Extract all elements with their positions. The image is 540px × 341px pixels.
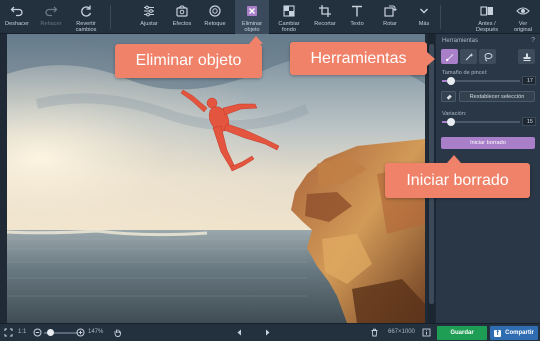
lasso-tool-button[interactable] xyxy=(479,49,496,64)
variation-knob[interactable] xyxy=(447,118,456,126)
view-original-button[interactable]: Ver original xyxy=(508,0,538,34)
change-background-button[interactable]: Cambiar fondo xyxy=(273,0,305,34)
panel-title: Herramientas xyxy=(442,38,479,44)
callout-remove-object: Eliminar objeto xyxy=(115,36,263,78)
brush-size-label: Tamaño de pincel: xyxy=(442,70,488,76)
change-background-label: Cambiar fondo xyxy=(278,21,300,33)
rotate-label: Rotar xyxy=(383,21,397,27)
revert-label: Revertir cambios xyxy=(75,21,97,33)
more-button[interactable]: Más xyxy=(412,0,436,34)
hand-pan-icon[interactable] xyxy=(113,328,122,337)
stamp-icon xyxy=(523,53,530,61)
eraser-mode-button[interactable] xyxy=(441,91,456,102)
zoom-in-icon[interactable] xyxy=(76,328,85,337)
brush-size-value[interactable]: 17 xyxy=(522,76,536,85)
zoom-out-icon[interactable] xyxy=(33,328,42,337)
reset-selection-button[interactable]: Restablecer selección xyxy=(459,91,535,102)
retouch-icon xyxy=(208,4,222,18)
brush-size-knob[interactable] xyxy=(447,77,456,85)
previous-image-icon[interactable] xyxy=(235,328,244,337)
chevron-down-icon xyxy=(417,4,431,18)
before-after-button[interactable]: Antes / Después xyxy=(470,0,504,34)
share-label: Compartir xyxy=(505,330,534,336)
start-erase-button[interactable]: Iniciar borrado xyxy=(441,137,535,149)
retouch-button[interactable]: Retoque xyxy=(200,0,230,34)
remove-object-label: Eliminar objeto xyxy=(241,21,263,33)
text-icon xyxy=(350,4,364,18)
variation-value[interactable]: 15 xyxy=(522,117,536,126)
revert-icon xyxy=(79,4,93,18)
brush-icon xyxy=(445,53,453,61)
magic-wand-tool-button[interactable] xyxy=(460,49,477,64)
change-background-icon xyxy=(282,4,296,18)
redo-icon xyxy=(44,4,58,18)
adjust-label: Ajustar xyxy=(140,21,158,27)
undo-icon xyxy=(10,4,24,18)
fit-screen-icon[interactable] xyxy=(4,328,13,337)
effects-icon xyxy=(175,4,189,18)
eye-icon xyxy=(516,4,530,18)
adjust-sliders-icon xyxy=(142,4,156,18)
brush-size-slider[interactable] xyxy=(442,77,520,85)
toolbar-divider xyxy=(440,5,441,29)
image-dimensions: 667×1000 xyxy=(388,329,415,335)
info-icon[interactable] xyxy=(422,328,431,337)
next-image-icon[interactable] xyxy=(263,328,272,337)
variation-label: Variación: xyxy=(442,111,467,117)
view-original-label: Ver original xyxy=(513,21,533,33)
remove-object-icon xyxy=(245,4,259,18)
text-button[interactable]: Texto xyxy=(343,0,371,34)
effects-label: Efectos xyxy=(172,21,192,27)
revert-button[interactable]: Revertir cambios xyxy=(70,0,102,34)
variation-slider[interactable] xyxy=(442,118,520,126)
stamp-tool-button[interactable] xyxy=(518,49,535,64)
zoom-level: 147% xyxy=(88,329,104,335)
status-bar: 1:1 147% 667×1000 Guardar f Compartir xyxy=(0,323,540,341)
crop-label: Recortar xyxy=(314,21,336,27)
eraser-icon xyxy=(446,94,452,100)
before-after-icon xyxy=(480,4,494,18)
toolbar-divider xyxy=(110,5,111,29)
save-button[interactable]: Guardar xyxy=(437,326,487,340)
rotate-icon xyxy=(383,4,397,18)
crop-button[interactable]: Recortar xyxy=(310,0,340,34)
zoom-slider-knob[interactable] xyxy=(46,329,54,336)
brush-tool-button[interactable] xyxy=(441,49,458,64)
undo-button[interactable]: Deshacer xyxy=(2,0,32,34)
redo-button[interactable]: Rehacer xyxy=(36,0,66,34)
remove-object-button[interactable]: Eliminar objeto xyxy=(235,0,269,34)
delete-icon[interactable] xyxy=(370,328,379,337)
actual-size-button[interactable]: 1:1 xyxy=(18,329,26,335)
retouch-label: Retoque xyxy=(204,21,226,27)
more-label: Más xyxy=(418,21,430,27)
redo-label: Rehacer xyxy=(40,21,62,27)
adjust-button[interactable]: Ajustar xyxy=(134,0,164,34)
lasso-icon xyxy=(484,52,492,61)
crop-icon xyxy=(318,4,332,18)
top-toolbar: Deshacer Rehacer Revertir cambios Ajusta… xyxy=(0,0,540,34)
before-after-label: Antes / Después xyxy=(475,21,499,33)
callout-tools: Herramientas xyxy=(290,42,435,75)
magic-wand-icon xyxy=(465,52,473,60)
effects-button[interactable]: Efectos xyxy=(167,0,197,34)
rotate-button[interactable]: Rotar xyxy=(376,0,404,34)
text-label: Texto xyxy=(350,21,364,27)
callout-start-erase: Iniciar borrado xyxy=(385,155,530,198)
help-icon[interactable]: ? xyxy=(531,37,535,44)
undo-label: Deshacer xyxy=(5,21,29,27)
share-button[interactable]: f Compartir xyxy=(490,326,538,340)
facebook-icon: f xyxy=(494,329,502,337)
